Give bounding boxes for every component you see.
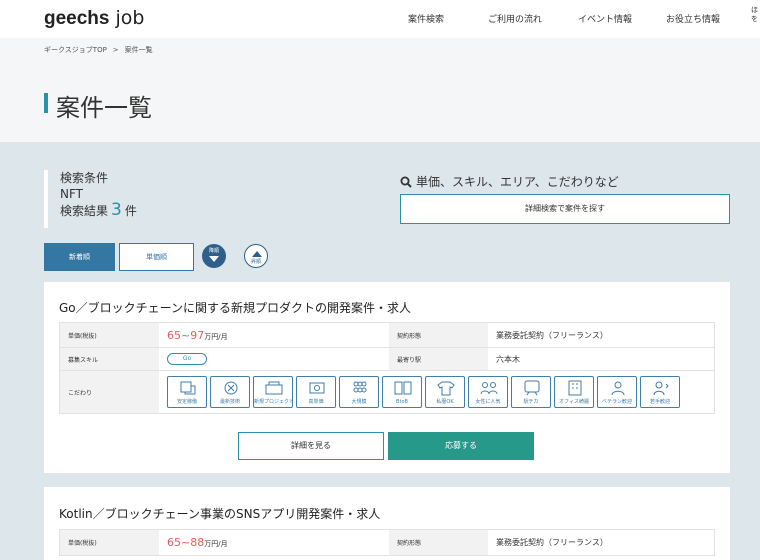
clean-office-icon: オフィス綺麗: [554, 376, 594, 408]
high-price-icon: 高単価: [296, 376, 336, 408]
page-title-accent: [44, 93, 48, 113]
contract-label: 契約形態: [389, 530, 488, 555]
table-row: 単価(税抜) 65~88万円/月 契約形態 業務委託契約（フリーランス）: [60, 530, 714, 555]
veteran-welcome-icon: ベテラン歓迎: [597, 376, 637, 408]
latest-tech-icon: 最新技術: [210, 376, 250, 408]
nav-events[interactable]: イベント情報: [578, 12, 632, 25]
btob-icon: BtoB: [382, 376, 422, 408]
job-title[interactable]: Kotlin／ブロックチェーン事業のSNSアプリ開発案件・求人: [59, 505, 380, 522]
contract-label: 契約形態: [389, 323, 488, 347]
nav-usage-flow[interactable]: ご利用の流れ: [488, 12, 542, 25]
price-label: 単価(税抜): [60, 530, 159, 555]
skill-label: 募集スキル: [60, 348, 159, 370]
site-header: geechs job 案件検索 ご利用の流れ イベント情報 お役立ち情報 ほ を: [0, 0, 760, 38]
skill-tag[interactable]: Go: [167, 353, 207, 365]
site-logo[interactable]: geechs job: [44, 7, 145, 30]
breadcrumb: ギークスジョブTOP > 案件一覧: [44, 45, 153, 55]
near-station-icon: 駅チカ: [511, 376, 551, 408]
table-row: こだわり 安定稼働 最新技術 新規プロジェクト 高単価 大規模 BtoB 私服O…: [60, 371, 714, 413]
detail-search-button[interactable]: 詳細検索で案件を探す: [400, 194, 730, 224]
nav-job-search[interactable]: 案件検索: [408, 12, 444, 25]
job-detail-table: 単価(税抜) 65~97万円/月 契約形態 業務委託契約（フリーランス） 募集ス…: [59, 322, 715, 414]
keyword-hint: 単価、スキル、エリア、こだわりなど: [400, 173, 619, 190]
popular-with-women-icon: 女性に人気: [468, 376, 508, 408]
contract-value: 業務委託契約（フリーランス）: [496, 538, 608, 547]
sort-newest-button[interactable]: 新着順: [44, 243, 115, 271]
station-label: 最寄り駅: [389, 348, 488, 370]
breadcrumb-separator: >: [112, 46, 119, 54]
job-card: Go／ブロックチェーンに関する新規プロダクトの開発案件・求人 単価(税抜) 65…: [44, 282, 730, 473]
apply-button[interactable]: 応募する: [388, 432, 534, 460]
station-value: 六本木: [496, 354, 520, 364]
price-value: 65~88万円/月: [167, 536, 228, 549]
stable-work-icon: 安定稼働: [167, 376, 207, 408]
order-desc-button[interactable]: 降順: [202, 244, 226, 268]
large-scale-icon: 大規模: [339, 376, 379, 408]
search-result-count: 検索結果 3 件: [60, 200, 137, 220]
search-conditions: 検索条件 NFT 検索結果 3 件: [44, 170, 344, 228]
table-row: 募集スキル Go 最寄り駅 六本木: [60, 348, 714, 371]
breadcrumb-home[interactable]: ギークスジョブTOP: [44, 46, 107, 54]
casual-wear-icon: 私服OK: [425, 376, 465, 408]
search-conditions-label: 検索条件: [60, 171, 109, 185]
junior-welcome-icon: 若手歓迎: [640, 376, 680, 408]
kodawari-icons: 安定稼働 最新技術 新規プロジェクト 高単価 大規模 BtoB 私服OK 女性に…: [159, 371, 714, 413]
search-conditions-value: NFT: [60, 187, 83, 201]
nav-useful-info[interactable]: お役立ち情報: [666, 12, 720, 25]
triangle-up-icon: [252, 251, 262, 257]
triangle-down-icon: [209, 256, 219, 262]
kodawari-label: こだわり: [60, 371, 159, 413]
job-title[interactable]: Go／ブロックチェーンに関する新規プロダクトの開発案件・求人: [59, 299, 411, 316]
job-card: Kotlin／ブロックチェーン事業のSNSアプリ開発案件・求人 単価(税抜) 6…: [44, 487, 730, 560]
view-details-button[interactable]: 詳細を見る: [238, 432, 384, 460]
skill-value: Go: [159, 348, 389, 370]
price-value: 65~97万円/月: [167, 328, 228, 342]
sort-price-button[interactable]: 単価順: [119, 243, 194, 271]
table-row: 単価(税抜) 65~97万円/月 契約形態 業務委託契約（フリーランス）: [60, 323, 714, 348]
price-label: 単価(税抜): [60, 323, 159, 347]
breadcrumb-current: 案件一覧: [124, 46, 153, 54]
nav-overflow-text[interactable]: ほ を: [751, 6, 758, 24]
job-detail-table: 単価(税抜) 65~88万円/月 契約形態 業務委託契約（フリーランス）: [59, 529, 715, 556]
contract-value: 業務委託契約（フリーランス）: [496, 330, 608, 340]
search-icon: [400, 176, 412, 188]
order-asc-button[interactable]: 昇順: [244, 244, 268, 268]
page-title: 案件一覧: [56, 94, 152, 122]
new-project-icon: 新規プロジェクト: [253, 376, 293, 408]
